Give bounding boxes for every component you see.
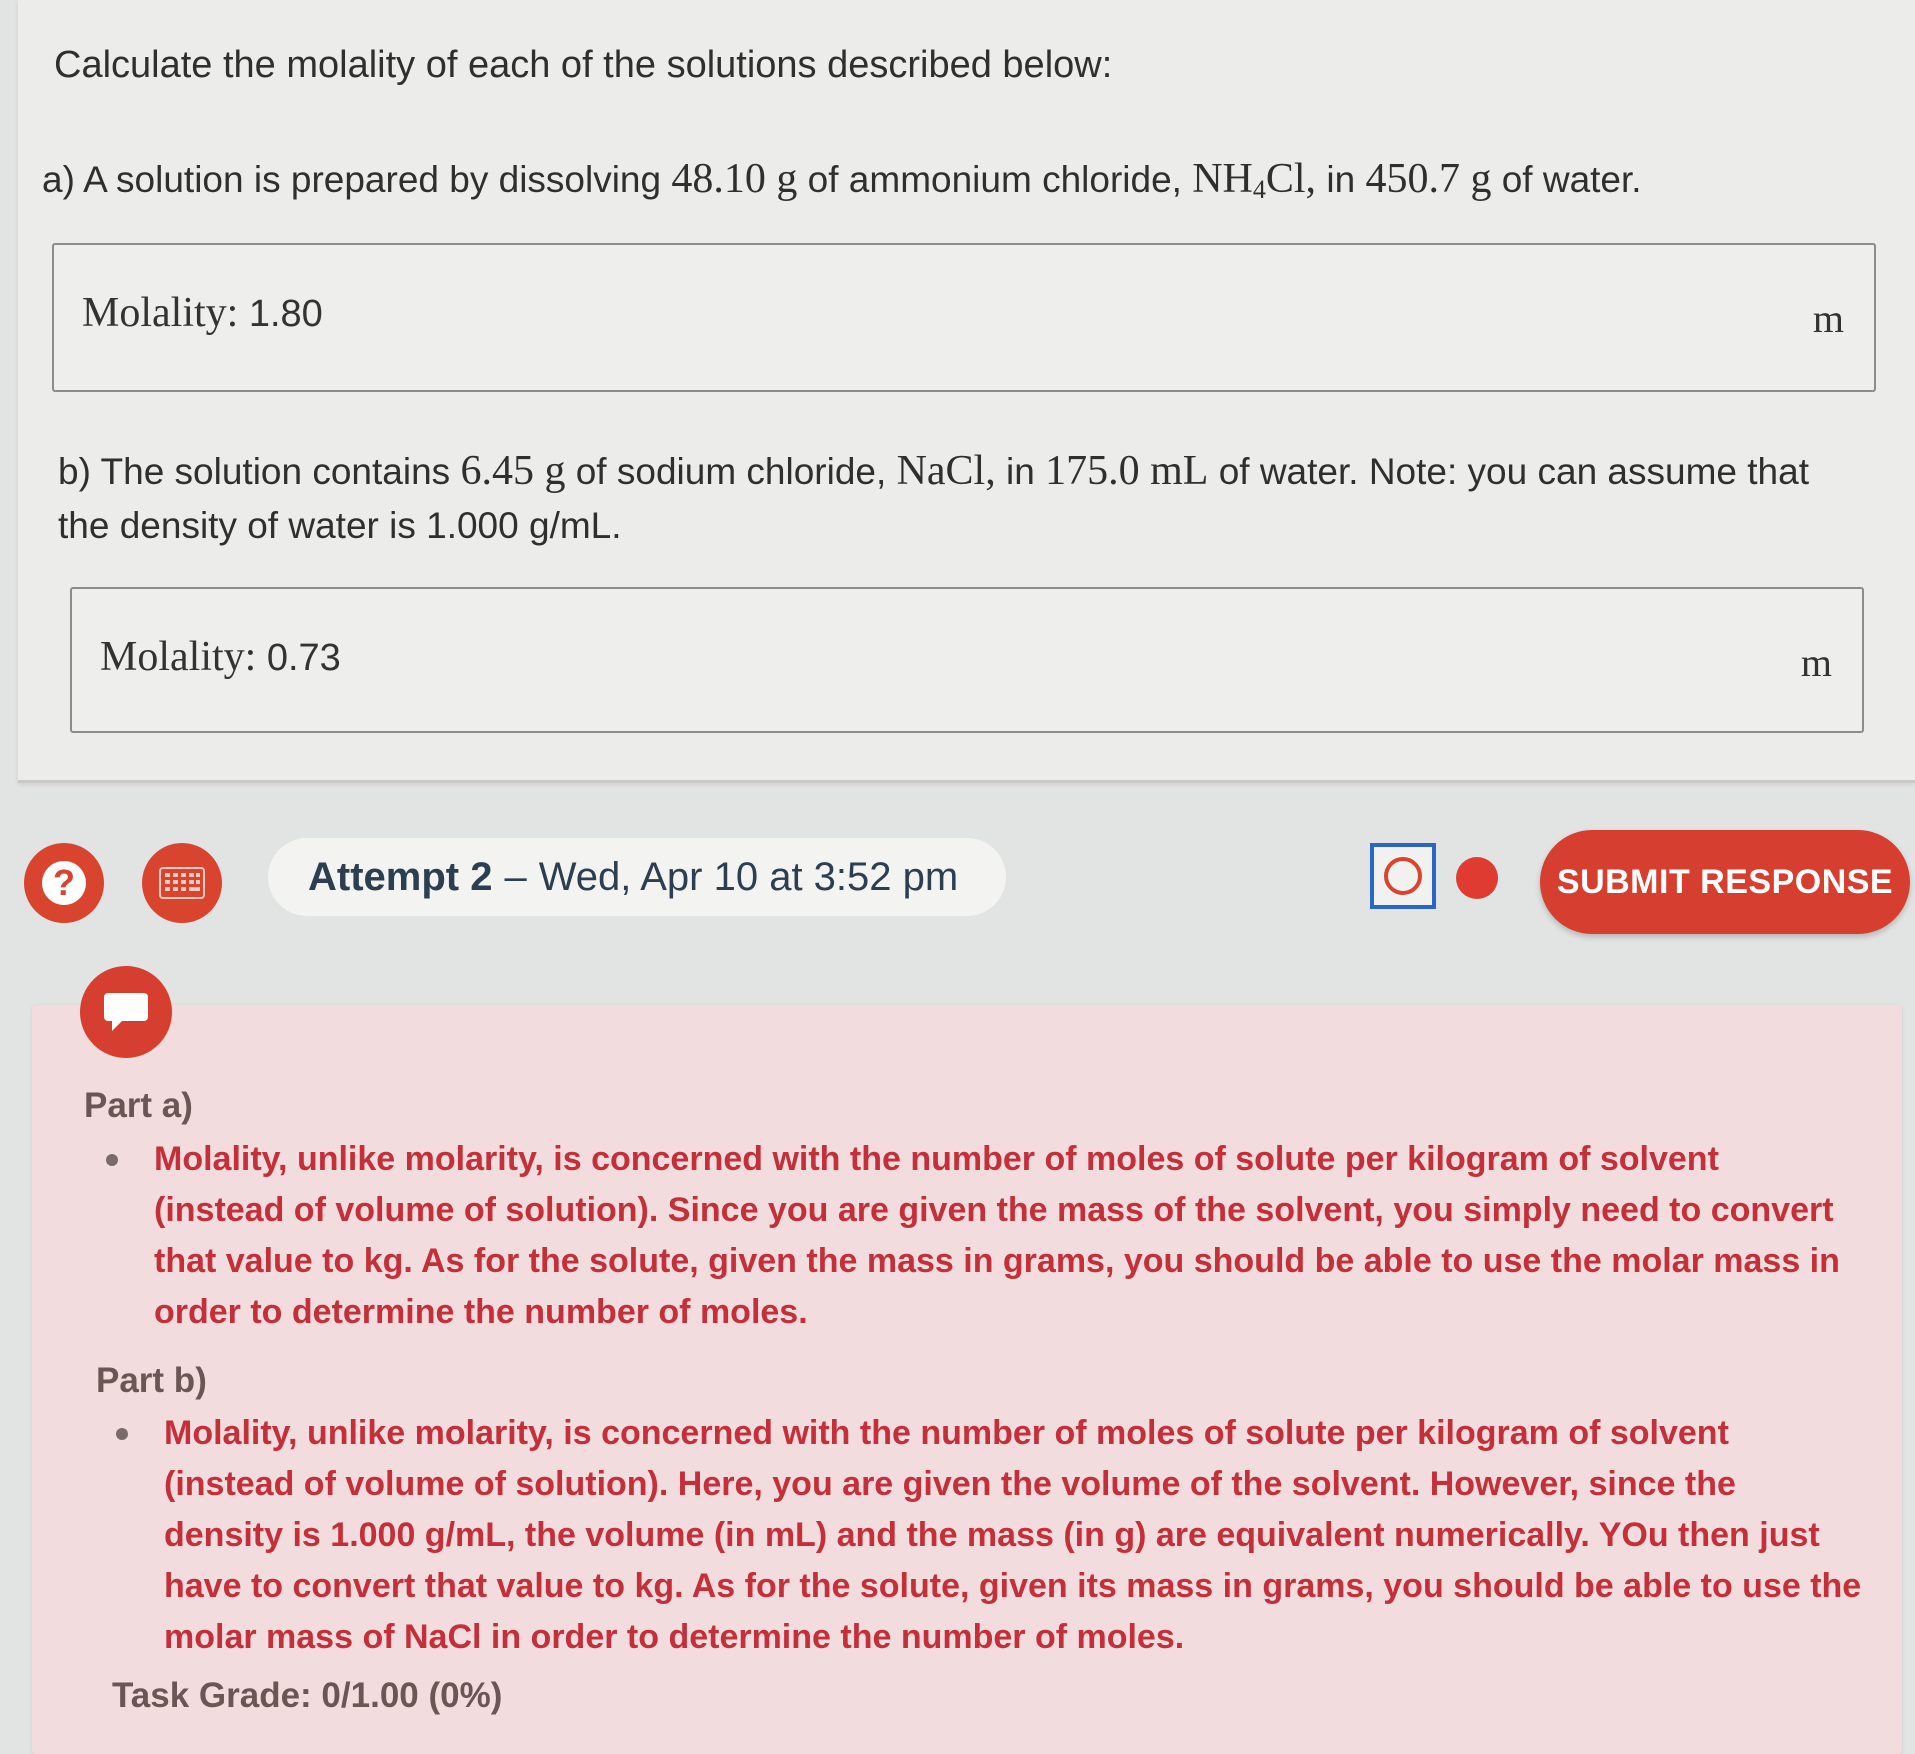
attempt-label: Attempt 2 (308, 854, 493, 899)
question-part-b: b) The solution contains 6.45 g of sodiu… (58, 448, 1809, 546)
submit-response-button[interactable]: SUBMIT RESPONSE (1540, 830, 1910, 934)
unit-label-b: m (1800, 640, 1832, 685)
question-title: Calculate the molality of each of the so… (54, 44, 1113, 86)
help-button[interactable]: ? (24, 843, 104, 923)
molality-value-b: 0.73 (266, 637, 341, 679)
calculator-button[interactable] (142, 843, 222, 923)
attempt-date: Wed, Apr 10 at 3:52 pm (538, 854, 959, 899)
task-grade: Task Grade: 0/1.00 (0%) (112, 1676, 503, 1715)
feedback-part-b-title: Part b) (96, 1361, 207, 1400)
attempt-info: Attempt 2 – Wed, Apr 10 at 3:52 pm (268, 838, 1006, 916)
feedback-part-b-item: Molality, unlike molarity, is concerned … (108, 1408, 1898, 1663)
question-card: Calculate the molality of each of the so… (18, 0, 1915, 783)
molality-input-a[interactable]: Molality: 1.80 m (52, 243, 1876, 392)
attempt-status-box[interactable] (1370, 843, 1436, 909)
molality-input-b[interactable]: Molality: 0.73 m (70, 587, 1864, 733)
feedback-part-a-title: Part a) (84, 1086, 193, 1125)
bullet-icon (116, 1428, 128, 1440)
feedback-part-a-item: Molality, unlike molarity, is concerned … (98, 1134, 1888, 1338)
feedback-part-b-list: Molality, unlike molarity, is concerned … (108, 1408, 1898, 1663)
speech-bubble-icon (104, 993, 148, 1031)
feedback-toggle[interactable] (80, 966, 172, 1058)
unit-label-a: m (1812, 296, 1844, 341)
formula-nh4cl: NH4Cl, (1192, 156, 1317, 204)
molality-value-a: 1.80 (248, 293, 323, 335)
calculator-icon (159, 867, 205, 899)
question-mark-icon: ? (42, 861, 86, 905)
question-part-a: a) A solution is prepared by dissolving … (42, 156, 1642, 204)
feedback-part-a-list: Molality, unlike molarity, is concerned … (98, 1134, 1888, 1338)
page: Calculate the molality of each of the so… (0, 0, 1915, 1754)
status-dot-icon (1456, 857, 1498, 899)
bullet-icon (106, 1154, 118, 1166)
formula-nacl: NaCl, (896, 448, 996, 494)
ring-icon (1384, 857, 1422, 895)
